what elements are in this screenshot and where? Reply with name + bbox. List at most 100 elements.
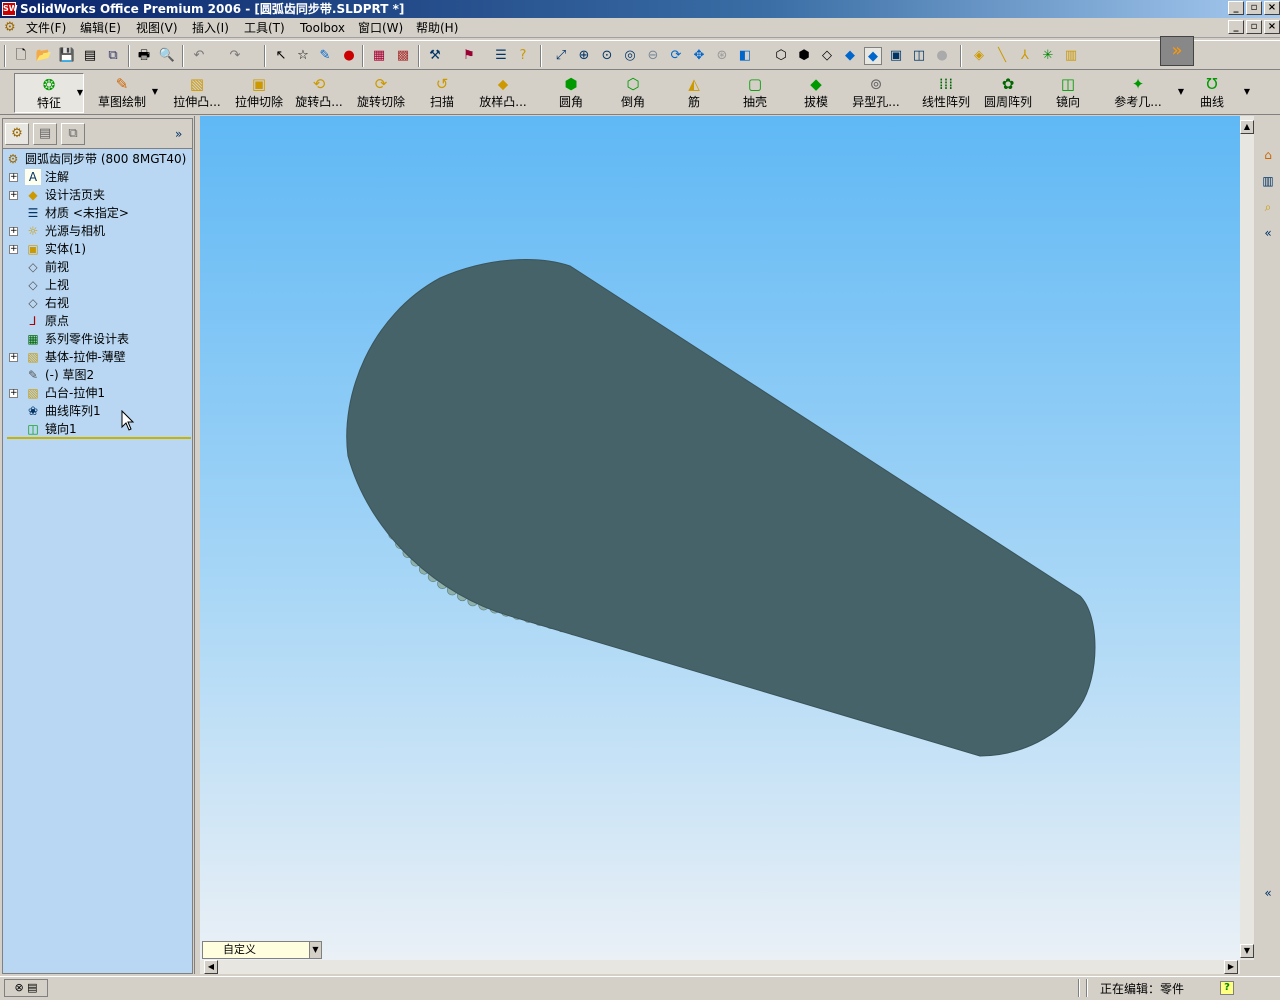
tree-item-lights-cameras[interactable]: + ☼ 光源与相机 [3, 222, 192, 240]
shadows-icon[interactable]: ▣ [887, 47, 905, 65]
menu-edit[interactable]: 编辑(E) [80, 20, 121, 36]
tree-item-design-binder[interactable]: + ◆ 设计活页夹 [3, 186, 192, 204]
graphics-viewport[interactable]: Y Z X [200, 116, 1240, 1000]
tree-item-right-plane[interactable]: ◇ 右视 [3, 294, 192, 312]
view-planes-icon[interactable]: ◈ [970, 47, 988, 65]
menu-toolbox[interactable]: Toolbox [300, 20, 345, 36]
fillet-button[interactable]: ⬢ 圆角 [542, 73, 600, 113]
expand-panel-icon[interactable]: » [175, 127, 182, 141]
tree-item-base-extrude-thin[interactable]: + ▧ 基体-拉伸-薄壁 [3, 348, 192, 366]
curves-button[interactable]: Ʊ 曲线 ▼ [1190, 73, 1250, 113]
shaded-edges-icon[interactable]: ◆ [841, 47, 859, 65]
new-file-icon[interactable]: 🗋 [12, 47, 30, 65]
select-pointer-icon[interactable]: ↖ [272, 47, 290, 65]
tree-item-sketch2[interactable]: ✎ (-) 草图2 [3, 366, 192, 384]
shell-button[interactable]: ▢ 抽壳 [726, 73, 784, 113]
view-points-icon[interactable]: ✳ [1039, 47, 1057, 65]
status-help-icon[interactable]: ? [1220, 981, 1234, 995]
properties-icon[interactable]: ☰ [492, 47, 510, 65]
toolbox-icon[interactable]: ⚒ [426, 47, 444, 65]
scroll-right-button[interactable]: ▶ [1224, 960, 1238, 974]
menu-window[interactable]: 窗口(W) [358, 20, 403, 36]
open-folder-icon[interactable]: 📂 [35, 47, 53, 65]
restore-button[interactable]: ▫ [1246, 1, 1262, 15]
shaded-icon[interactable]: ◆ [864, 47, 882, 65]
undo-icon[interactable]: ↶ [190, 47, 208, 65]
tree-item-mirror1[interactable]: ◫ 镜向1 [3, 420, 192, 438]
select-filter-icon[interactable]: ☆ [294, 47, 312, 65]
property-manager-tab-icon[interactable]: ▤ [33, 123, 57, 145]
zoom-selection-icon[interactable]: ◎ [621, 47, 639, 65]
tree-item-curve-pattern1[interactable]: ❀ 曲线阵列1 [3, 402, 192, 420]
home-icon[interactable]: ⌂ [1259, 146, 1277, 164]
extruded-cut-button[interactable]: ▣ 拉伸切除 [230, 73, 288, 113]
design-library-icon[interactable]: ▥ [1259, 172, 1277, 190]
sketch-tab[interactable]: ✎ 草图绘制 ▼ [86, 73, 158, 113]
zoom-in-out-icon[interactable]: ⊙ [598, 47, 616, 65]
tree-item-annotations[interactable]: + A 注解 [3, 168, 192, 186]
tree-item-material[interactable]: ☰ 材质 <未指定> [3, 204, 192, 222]
rotate-view-icon[interactable]: ⟳ [667, 47, 685, 65]
wireframe-icon[interactable]: ⬡ [772, 47, 790, 65]
linear-pattern-button[interactable]: ⁞⁞⁞ 线性阵列 [916, 73, 976, 113]
revolved-boss-button[interactable]: ⟲ 旋转凸... [290, 73, 348, 113]
view-sketches-icon[interactable]: ▥ [1062, 47, 1080, 65]
scroll-up-button[interactable]: ▲ [1240, 120, 1254, 134]
tree-item-front-plane[interactable]: ◇ 前视 [3, 258, 192, 276]
save-icon[interactable]: 💾 [58, 47, 76, 65]
chamfer-button[interactable]: ⬡ 倒角 [604, 73, 662, 113]
print-icon[interactable]: 🖶 [135, 47, 153, 65]
timing-belt-model[interactable] [200, 116, 1240, 960]
standard-views-icon[interactable]: ◧ [736, 47, 754, 65]
configuration-manager-tab-icon[interactable]: ⧉ [61, 123, 85, 145]
tree-item-origin[interactable]: ⅃ 原点 [3, 312, 192, 330]
rib-button[interactable]: ◭ 筋 [666, 73, 722, 113]
doc-restore-button[interactable]: ▫ [1246, 20, 1262, 34]
realview-icon[interactable]: ● [933, 47, 951, 65]
feature-manager-tab-icon[interactable]: ⚙ [5, 123, 29, 145]
sweep-button[interactable]: ↺ 扫描 [414, 73, 470, 113]
circular-pattern-button[interactable]: ✿ 圆周阵列 [978, 73, 1038, 113]
doc-minimize-button[interactable]: _ [1228, 20, 1244, 34]
collapse-task-pane-icon[interactable]: « [1259, 224, 1277, 242]
menu-file[interactable]: 文件(F) [26, 20, 66, 36]
zoom-area-icon[interactable]: ⊕ [575, 47, 593, 65]
rebuild-icon[interactable]: ✎ [316, 47, 334, 65]
doc-close-button[interactable]: × [1264, 20, 1280, 34]
section-view-icon[interactable]: ◫ [910, 47, 928, 65]
view-orientation-select[interactable]: 自定义 ▼ [202, 941, 322, 959]
draft-button[interactable]: ◆ 拔模 [788, 73, 844, 113]
close-button[interactable]: × [1264, 1, 1280, 15]
zoom-previous-icon[interactable]: ⊖ [644, 47, 662, 65]
tree-item-solid-bodies[interactable]: + ▣ 实体(1) [3, 240, 192, 258]
rollback-bar[interactable] [7, 437, 191, 439]
tree-item-design-table[interactable]: ▦ 系列零件设计表 [3, 330, 192, 348]
expand-task-pane-icon[interactable]: « [1259, 884, 1277, 902]
hidden-lines-visible-icon[interactable]: ⬢ [795, 47, 813, 65]
solidworks-icon[interactable]: SW [2, 2, 18, 16]
make-drawing-icon[interactable]: ▤ [81, 47, 99, 65]
print-preview-icon[interactable]: 🔍 [158, 47, 176, 65]
help-icon[interactable]: ? [514, 47, 532, 65]
revolved-cut-button[interactable]: ⟳ 旋转切除 [352, 73, 410, 113]
zoom-to-fit-icon[interactable]: ⤢ [552, 47, 570, 65]
roll-view-icon[interactable]: ⊛ [713, 47, 731, 65]
loft-button[interactable]: ⬥ 放样凸... [474, 73, 532, 113]
menu-tools[interactable]: 工具(T) [244, 20, 285, 36]
scroll-left-button[interactable]: ◀ [204, 960, 218, 974]
mirror-button[interactable]: ◫ 镜向 [1042, 73, 1094, 113]
macro-icon[interactable]: ⚑ [460, 47, 478, 65]
file-explorer-icon[interactable]: ⌕ [1259, 198, 1277, 216]
scroll-down-button[interactable]: ▼ [1240, 944, 1254, 958]
extruded-boss-button[interactable]: ▧ 拉伸凸... [168, 73, 226, 113]
horizontal-scrollbar[interactable]: ◀ ▶ [200, 960, 1240, 974]
vertical-scrollbar[interactable]: ▲ ▼ [1240, 116, 1254, 960]
minimize-button[interactable]: _ [1228, 1, 1244, 15]
menu-insert[interactable]: 插入(I) [192, 20, 229, 36]
status-close-icon[interactable]: ⊗ ▤ [4, 979, 48, 997]
traffic-light-icon[interactable]: ● [340, 47, 358, 65]
hole-wizard-button[interactable]: ⊚ 异型孔... [846, 73, 906, 113]
make-assembly-icon[interactable]: ⧉ [104, 47, 122, 65]
pan-icon[interactable]: ✥ [690, 47, 708, 65]
brick-icon[interactable]: ▩ [394, 47, 412, 65]
